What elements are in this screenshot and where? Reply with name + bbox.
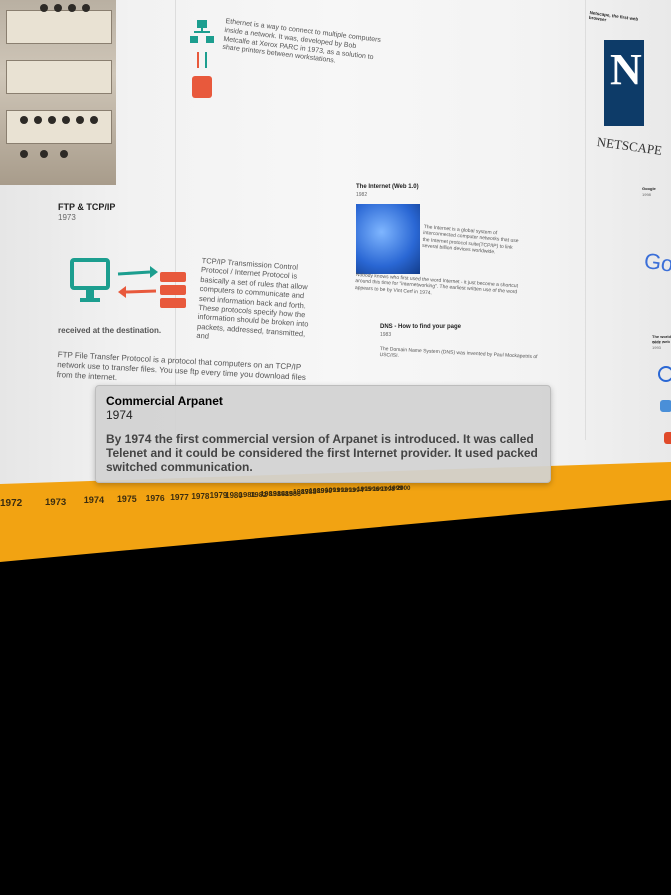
received-text: received at the destination. [58,326,162,335]
timeline-year-label[interactable]: 1976 [146,493,165,503]
timeline-year-label[interactable]: 1977 [170,492,189,502]
ftp-year: 1973 [58,213,76,222]
timeline-year-label[interactable]: 1973 [45,497,66,508]
netscape-letter: N [610,45,642,94]
www-year: 1991 - 1993 [652,340,664,350]
dns-title: DNS - How to find your page [380,324,461,330]
google-year: 1998 [642,192,651,197]
browser-icon [664,432,671,444]
hardware-photo [0,0,116,185]
popup-year: 1974 [106,408,133,422]
timeline-year-label[interactable]: 1975 [117,494,137,504]
ftp-title: FTP & TCP/IP [58,202,116,212]
browser-icon [660,400,671,412]
network-icon [190,20,214,98]
dns-year: 1983 [380,332,392,338]
timeline-year-label[interactable]: 2000 [397,485,411,492]
web-title: The Internet (Web 1.0) [356,184,419,190]
column-divider [585,0,586,440]
file-transfer-icon [70,258,186,308]
web-year: 1982 [356,192,368,198]
popup-text: By 1974 the first commercial version of … [106,432,538,474]
tcp-text: TCP/IP Transmission Control Protocol / I… [196,256,309,341]
popup-title: Commercial Arpanet [106,394,223,408]
timeline-viewport[interactable]: Ethernet is a way to connect to multiple… [0,0,671,895]
event-popup[interactable]: Commercial Arpanet 1974 By 1974 the firs… [95,385,551,483]
timeline-year-label[interactable]: 1978 [191,492,209,501]
google-label: Google [642,186,656,191]
timeline-year-label[interactable]: 1974 [84,495,104,505]
timeline-year-label[interactable]: 1972 [0,498,22,509]
netscape-logo: N [604,40,644,126]
browser-icon [658,366,671,382]
network-globe-image [356,204,420,274]
